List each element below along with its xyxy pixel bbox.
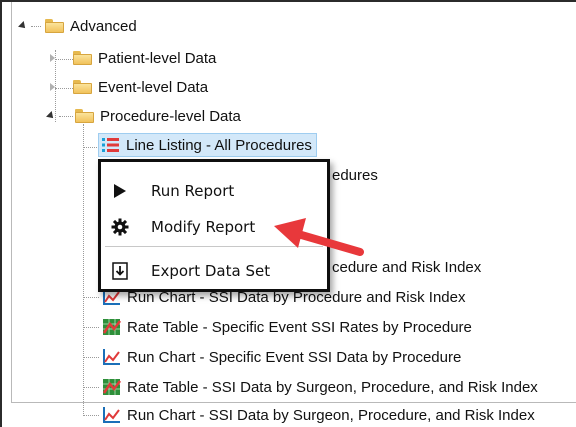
line-listing-icon — [102, 138, 119, 152]
callout-arrow-icon — [274, 218, 364, 256]
menu-item-label: Run Report — [151, 182, 235, 200]
tree-node-label: edures — [332, 166, 378, 184]
collapse-arrow-icon[interactable] — [50, 54, 55, 62]
tree-node-patient-level-data[interactable]: Patient-level Data — [50, 46, 216, 70]
folder-icon — [45, 19, 64, 33]
tree-node-run-chart[interactable]: Run Chart - SSI Data by Surgeon, Procedu… — [102, 403, 535, 427]
tree-node-run-chart[interactable]: Run Chart - Specific Event SSI Data by P… — [102, 345, 461, 369]
tree-node-event-level-data[interactable]: Event-level Data — [50, 75, 208, 99]
tree-node-label: Run Chart - Specific Event SSI Data by P… — [127, 348, 462, 366]
tree-node-label: Procedure-level Data — [100, 107, 241, 125]
folder-icon — [75, 109, 94, 123]
tree-node-label: Rate Table - SSI Data by Surgeon, Proced… — [127, 378, 538, 396]
play-icon — [114, 184, 126, 198]
rate-table-icon — [102, 379, 121, 395]
run-report-menu-item[interactable]: Run Report — [101, 173, 327, 209]
tree-node-label: Rate Table - Specific Event SSI Rates by… — [127, 318, 472, 336]
tree-node-label: Line Listing - All Procedures — [126, 136, 312, 154]
expand-arrow-icon[interactable] — [46, 111, 56, 121]
report-tree-panel: Advanced Patient-level Data Event-level … — [0, 0, 576, 427]
tree-node-line-listing[interactable]: Line Listing - All Procedures — [98, 133, 317, 157]
tree-node-procedure-level-data[interactable]: Procedure-level Data — [46, 104, 241, 128]
export-icon — [112, 262, 128, 280]
tree-node-label: Run Chart - SSI Data by Surgeon, Procedu… — [127, 406, 535, 424]
expand-arrow-icon[interactable] — [18, 21, 28, 31]
gear-icon — [111, 218, 129, 236]
tree-node-rate-table[interactable]: Rate Table - SSI Data by Surgeon, Proced… — [102, 375, 538, 399]
tree-node-advanced[interactable]: Advanced — [18, 14, 137, 38]
folder-icon — [73, 80, 92, 94]
collapse-arrow-icon[interactable] — [50, 83, 55, 91]
tree-node-label: cedure and Risk Index — [332, 258, 482, 276]
tree-node-label: Patient-level Data — [98, 49, 217, 67]
tree-node-partial[interactable]: edures — [332, 163, 378, 187]
run-chart-icon — [103, 407, 120, 423]
folder-icon — [73, 51, 92, 65]
menu-item-label: Modify Report — [151, 218, 256, 236]
run-chart-icon — [103, 349, 120, 365]
menu-item-label: Export Data Set — [151, 262, 271, 280]
tree-node-label: Event-level Data — [98, 78, 209, 96]
tree-node-rate-table[interactable]: Rate Table - Specific Event SSI Rates by… — [102, 315, 472, 339]
rate-table-icon — [102, 319, 121, 335]
tree-node-label: Advanced — [70, 17, 137, 35]
